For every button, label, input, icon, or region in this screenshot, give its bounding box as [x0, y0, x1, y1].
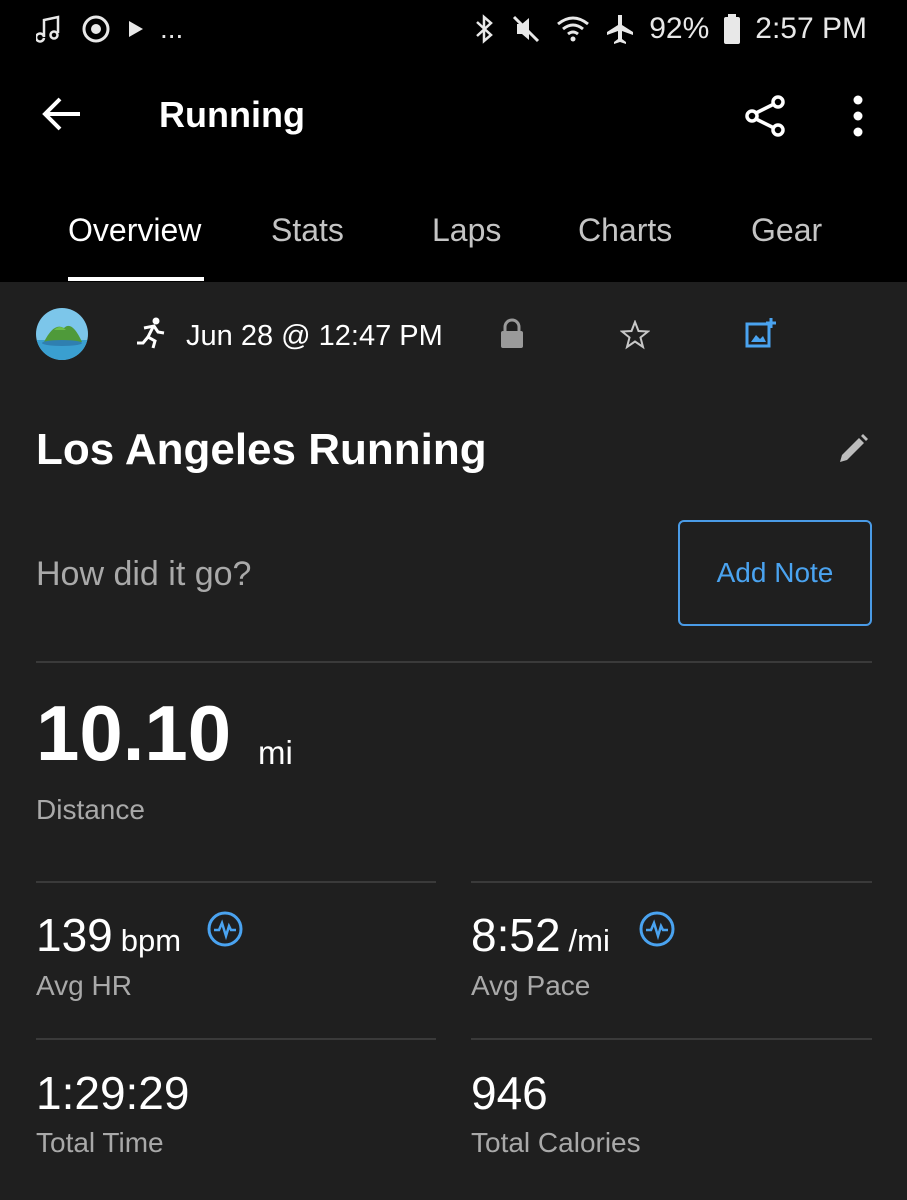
avg-hr-value-group: 139 bpm — [36, 912, 181, 958]
running-icon — [137, 317, 165, 349]
status-more-indicator: ... — [160, 13, 184, 44]
tab-gear[interactable]: Gear — [751, 212, 822, 249]
tab-overview[interactable]: Overview — [68, 212, 201, 249]
share-icon — [745, 95, 785, 137]
more-vert-icon — [853, 95, 863, 137]
activity-date: Jun 28 @ 12:47 PM — [186, 320, 443, 352]
note-prompt: How did it go? — [36, 555, 252, 593]
distance-label: Distance — [36, 794, 145, 825]
app-bar: Running — [0, 58, 907, 176]
star-icon[interactable] — [620, 320, 650, 350]
avatar-image — [36, 308, 88, 360]
tab-charts[interactable]: Charts — [578, 212, 672, 249]
mute-icon — [513, 15, 540, 43]
divider — [36, 881, 436, 883]
battery-icon — [724, 14, 741, 44]
edit-icon[interactable] — [836, 432, 870, 466]
add-note-button[interactable]: Add Note — [678, 520, 872, 626]
status-time: 2:57 PM — [755, 12, 867, 45]
divider — [471, 1038, 872, 1040]
tab-indicator — [68, 277, 204, 281]
airplane-icon — [607, 15, 634, 44]
more-options-button[interactable] — [848, 94, 868, 138]
total-calories-value: 946 — [471, 1067, 548, 1119]
avg-hr-value: 139 — [36, 909, 113, 961]
sync-icon — [82, 15, 110, 43]
avg-pace-value: 8:52 — [471, 909, 561, 961]
back-arrow-icon — [42, 97, 80, 131]
music-icon — [36, 15, 60, 43]
total-time-label: Total Time — [36, 1127, 164, 1158]
avg-hr-label: Avg HR — [36, 970, 132, 1001]
tab-bar: Overview Stats Laps Charts Gear — [0, 176, 907, 282]
divider — [36, 1038, 436, 1040]
distance-unit: mi — [258, 734, 293, 771]
avg-pace-value-group: 8:52/mi — [471, 912, 610, 958]
battery-percent: 92% — [649, 12, 710, 45]
activity-title: Los Angeles Running — [36, 425, 487, 474]
divider — [471, 881, 872, 883]
tab-laps[interactable]: Laps — [432, 212, 501, 249]
wifi-icon — [557, 16, 590, 42]
divider — [36, 661, 872, 663]
lock-icon[interactable] — [498, 318, 526, 350]
pace-chart-icon[interactable] — [638, 910, 676, 948]
play-icon — [129, 21, 143, 37]
status-bar-left: ... — [36, 13, 183, 45]
status-bar-right: 92% 2:57 PM — [473, 12, 867, 46]
distance-value: 10.10 — [36, 689, 232, 777]
tab-stats[interactable]: Stats — [271, 212, 344, 249]
total-time-value: 1:29:29 — [36, 1067, 190, 1119]
avatar[interactable] — [36, 308, 88, 360]
avg-pace-label: Avg Pace — [471, 970, 591, 1001]
bluetooth-icon — [476, 14, 494, 44]
heart-rate-icon[interactable] — [206, 910, 244, 948]
page-title: Running — [159, 94, 305, 135]
add-photo-icon[interactable] — [744, 316, 778, 350]
overview-content: Jun 28 @ 12:47 PM Los Angeles Running Ho… — [0, 282, 907, 1200]
avg-pace-unit: /mi — [568, 923, 610, 958]
total-calories-label: Total Calories — [471, 1127, 641, 1158]
share-button[interactable] — [742, 92, 790, 140]
avg-hr-unit: bpm — [120, 923, 182, 958]
status-bar: ... 92% 2:57 PM — [0, 0, 907, 58]
back-button[interactable] — [40, 92, 84, 136]
